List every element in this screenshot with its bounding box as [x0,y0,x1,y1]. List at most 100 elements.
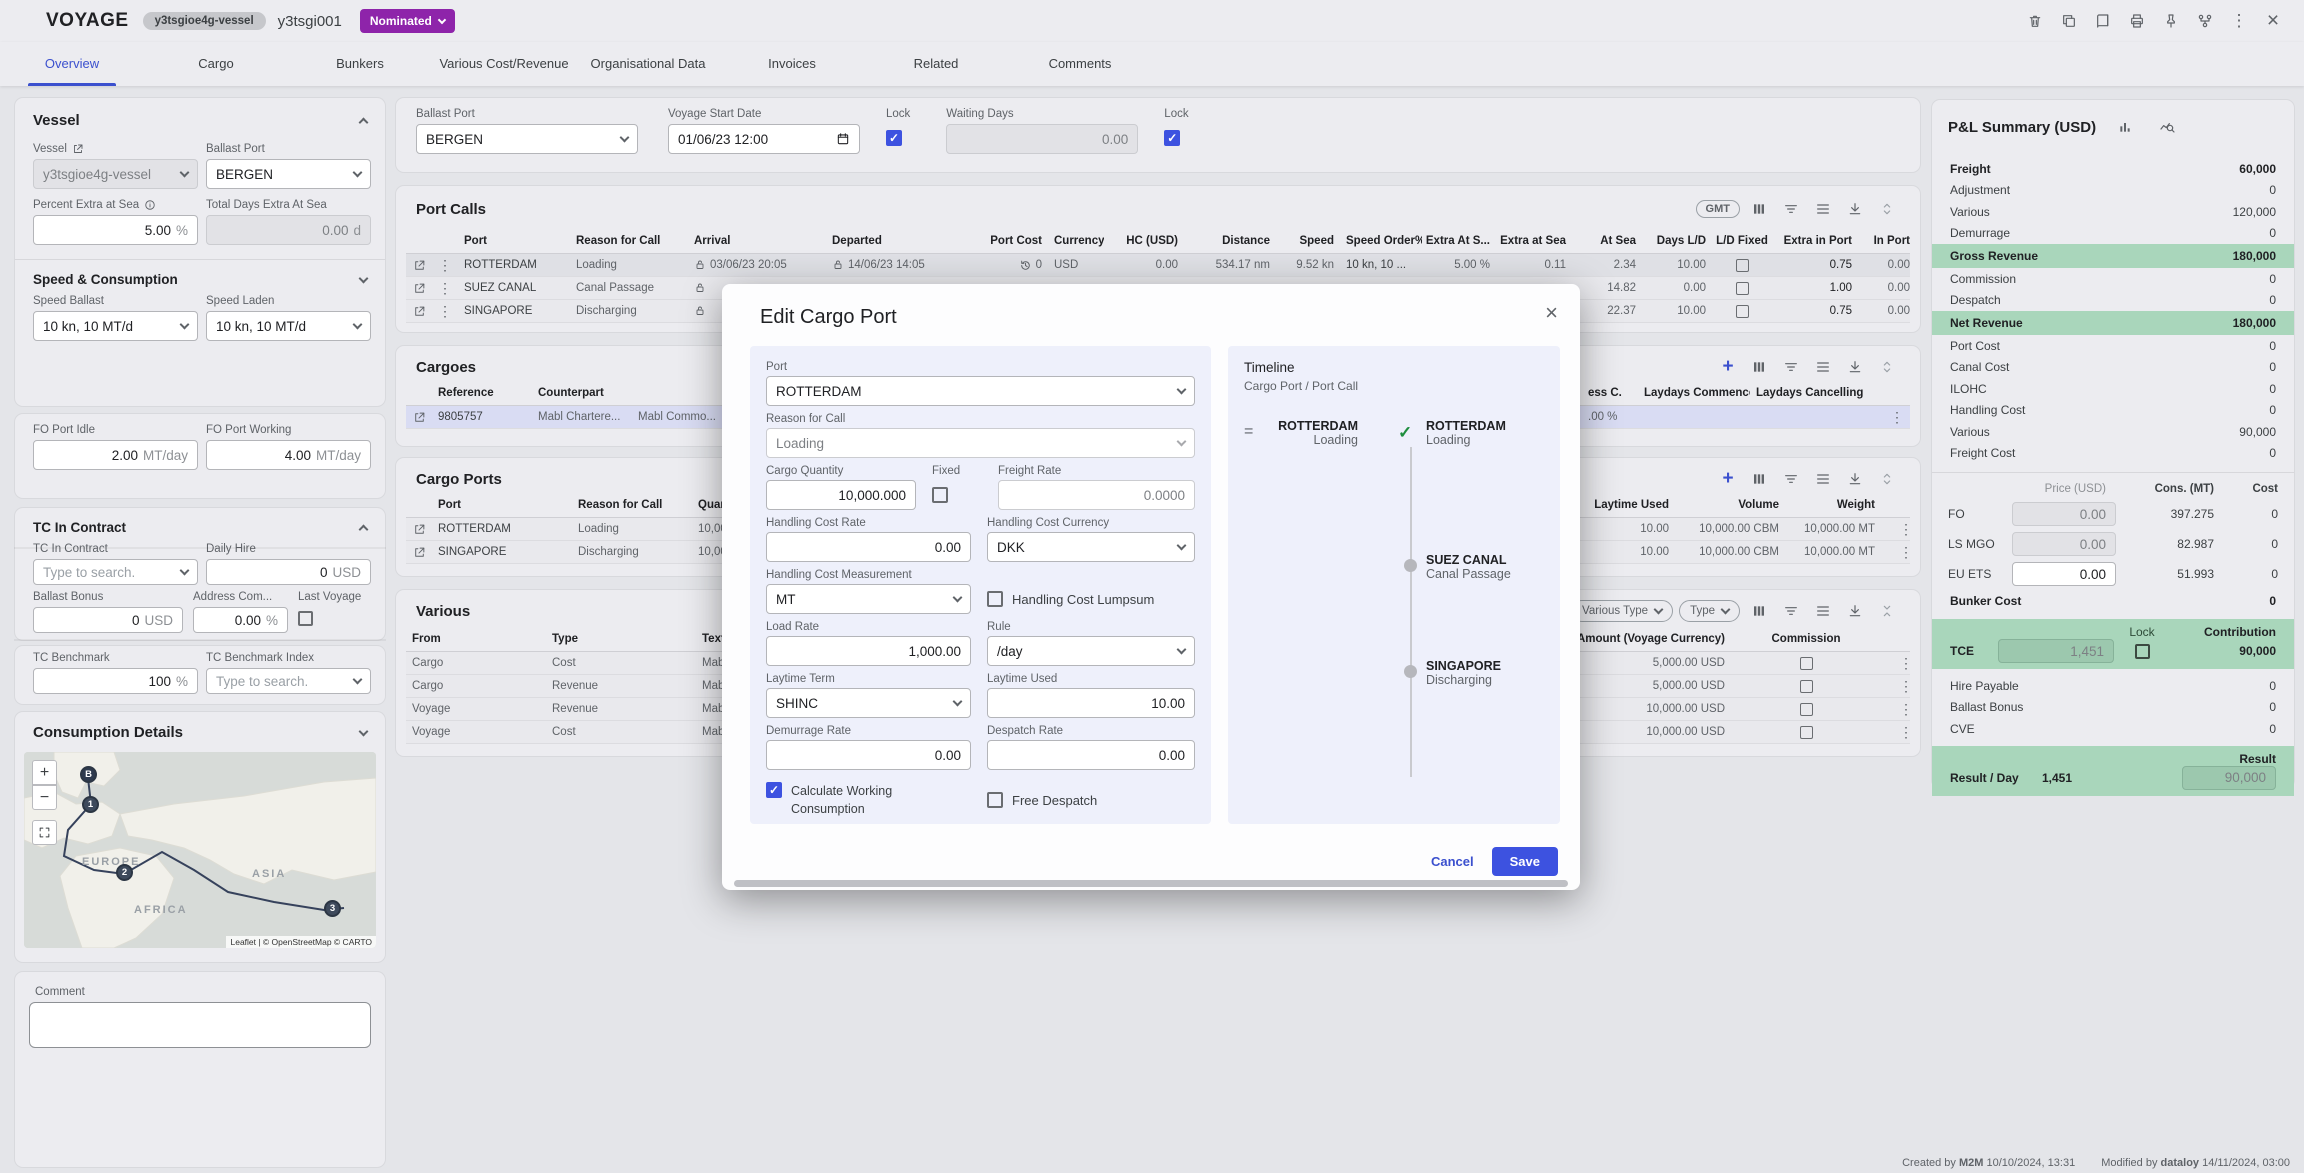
open-row-icon[interactable] [413,411,426,424]
logbook-icon[interactable] [2090,8,2116,34]
lock-icon[interactable] [832,259,844,271]
port-call-row[interactable]: ⋮ ROTTERDAM Loading 03/06/23 20:05 14/06… [406,254,1910,277]
main-ballast-port-select[interactable]: BERGEN [416,124,638,154]
tab-various-cost-revenue[interactable]: Various Cost/Revenue [432,42,576,86]
row-menu-icon[interactable]: ⋮ [1893,544,1919,561]
download-icon[interactable] [1842,354,1868,380]
collapse-tc-icon[interactable] [359,525,369,535]
row-menu-icon[interactable]: ⋮ [1884,409,1910,426]
filter-icon[interactable] [1778,466,1804,492]
collapse-vessel-icon[interactable] [359,118,369,128]
row-menu-icon[interactable]: ⋮ [432,257,458,274]
open-row-icon[interactable] [413,282,426,295]
demurrage-rate-input[interactable]: 0.00 [766,740,971,770]
columns-icon[interactable] [1746,196,1772,222]
external-link-icon[interactable] [72,143,84,155]
speed-laden-select[interactable]: 10 kn, 10 MT/d [206,311,371,341]
lock-icon[interactable] [694,305,706,317]
map-marker-1[interactable]: 1 [82,796,99,813]
ld-fixed-checkbox[interactable] [1736,305,1749,318]
handling-cost-lumpsum-checkbox[interactable] [987,591,1003,607]
row-menu-icon[interactable]: ⋮ [432,280,458,297]
tc-benchmark-input[interactable]: 100% [33,668,198,694]
collapse-consumption-icon[interactable] [359,726,369,736]
percent-extra-input[interactable]: 5.00% [33,215,198,245]
bar-chart-icon[interactable] [2112,114,2138,140]
columns-icon[interactable] [1746,598,1772,624]
tab-bunkers[interactable]: Bunkers [288,42,432,86]
row-menu-icon[interactable]: ⋮ [1893,678,1919,695]
download-icon[interactable] [1842,466,1868,492]
tab-invoices[interactable]: Invoices [720,42,864,86]
delete-icon[interactable] [2022,8,2048,34]
timeline-cargo-port-item[interactable]: ROTTERDAM Loading [1278,419,1358,447]
dialog-close-icon[interactable]: × [1545,300,1558,326]
close-icon[interactable]: × [2260,8,2286,34]
cancel-button[interactable]: Cancel [1431,854,1474,869]
drag-handle-icon[interactable]: = [1244,423,1253,441]
laytime-used-input[interactable]: 10.00 [987,688,1195,718]
map-fullscreen-button[interactable] [32,820,57,845]
handling-cost-currency-select[interactable]: DKK [987,532,1195,562]
sort-icon[interactable] [1874,354,1900,380]
commission-checkbox[interactable] [1800,680,1813,693]
ld-fixed-checkbox[interactable] [1736,259,1749,272]
status-badge[interactable]: Nominated [360,9,455,33]
ballast-bonus-input[interactable]: 0USD [33,607,183,633]
port-select[interactable]: ROTTERDAM [766,376,1195,406]
map-marker-2[interactable]: 2 [116,864,133,881]
tc-benchmark-index-select[interactable]: Type to search. [206,668,371,694]
density-icon[interactable] [1810,354,1836,380]
commission-checkbox[interactable] [1800,657,1813,670]
comment-textarea[interactable] [29,1002,371,1048]
add-cargo-port-button[interactable]: + [1716,468,1740,490]
history-icon[interactable] [1019,259,1032,272]
address-com-input[interactable]: 0.00% [193,607,288,633]
print-icon[interactable] [2124,8,2150,34]
type-filter-chip[interactable]: Type [1679,600,1740,622]
open-row-icon[interactable] [413,546,426,559]
pin-icon[interactable] [2158,8,2184,34]
density-icon[interactable] [1810,466,1836,492]
cargo-quantity-input[interactable]: 10,000.000 [766,480,916,510]
laytime-term-select[interactable]: SHINC [766,688,971,718]
collapse-icon[interactable] [1874,598,1900,624]
euets-price-input[interactable]: 0.00 [2012,562,2116,586]
load-rate-input[interactable]: 1,000.00 [766,636,971,666]
row-menu-icon[interactable]: ⋮ [432,303,458,320]
filter-icon[interactable] [1778,354,1804,380]
daily-hire-input[interactable]: 0USD [206,559,371,585]
fixed-checkbox[interactable] [932,487,948,503]
tab-overview[interactable]: Overview [0,42,144,86]
gmt-chip[interactable]: GMT [1696,200,1740,218]
lock-icon[interactable] [694,259,706,271]
row-menu-icon[interactable]: ⋮ [1893,701,1919,718]
voyage-start-date-input[interactable]: 01/06/23 12:00 [668,124,860,154]
fo-port-working-input[interactable]: 4.00MT/day [206,440,371,470]
download-icon[interactable] [1842,598,1868,624]
collapse-speed-icon[interactable] [359,273,369,283]
add-cargo-button[interactable]: + [1716,356,1740,378]
download-icon[interactable] [1842,196,1868,222]
row-menu-icon[interactable]: ⋮ [1893,655,1919,672]
sort-icon[interactable] [1874,196,1900,222]
handling-cost-measurement-select[interactable]: MT [766,584,971,614]
integrations-icon[interactable] [2192,8,2218,34]
columns-icon[interactable] [1746,466,1772,492]
filter-icon[interactable] [1778,196,1804,222]
map-marker-b[interactable]: B [80,766,97,783]
map-zoom-in-button[interactable]: + [32,760,57,785]
more-menu-icon[interactable]: ⋮ [2226,8,2252,34]
columns-icon[interactable] [1746,354,1772,380]
tab-cargo[interactable]: Cargo [144,42,288,86]
open-row-icon[interactable] [413,259,426,272]
lock-voyage-start-checkbox[interactable]: ✓ [886,130,902,146]
timeline-port-call-item[interactable]: ROTTERDAM Loading [1426,419,1506,447]
despatch-rate-input[interactable]: 0.00 [987,740,1195,770]
various-type-filter-chip[interactable]: Various Type [1571,600,1673,622]
tab-related[interactable]: Related [864,42,1008,86]
dialog-scrollbar[interactable] [734,880,1568,887]
speed-ballast-select[interactable]: 10 kn, 10 MT/d [33,311,198,341]
open-row-icon[interactable] [413,523,426,536]
calendar-icon[interactable] [836,132,850,146]
